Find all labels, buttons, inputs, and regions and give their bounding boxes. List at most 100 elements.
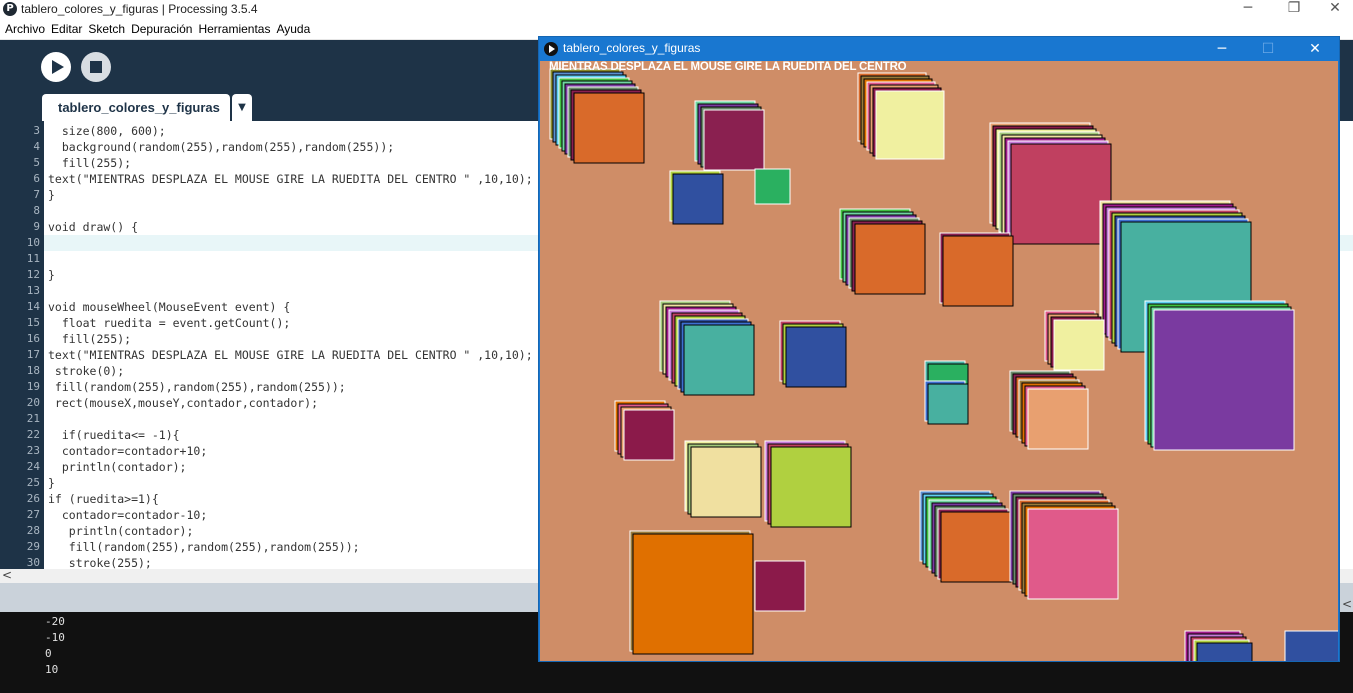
processing-logo-icon: P [3,2,17,16]
line-number: 13 [26,284,40,297]
drawn-square [854,223,926,295]
line-number: 3 [33,124,40,137]
sketch-canvas[interactable]: MIENTRAS DESPLAZA EL MOUSE GIRE LA RUEDI… [540,61,1338,661]
code-text: fill(random(255),random(255),random(255)… [48,380,346,394]
code-text: contador=contador+10; [48,444,208,458]
line-number: 6 [33,172,40,185]
menu-editar[interactable]: Editar [48,20,85,39]
line-number: 24 [26,460,40,473]
menu-sketch[interactable]: Sketch [85,20,128,39]
line-number: 29 [26,540,40,553]
line-number: 4 [33,140,40,153]
line-number: 21 [26,412,40,425]
sketch-title-bar[interactable]: tablero_colores_y_figuras ─ ☐ ✕ [539,37,1339,61]
line-number: 10 [26,236,40,249]
drawn-square [703,109,765,171]
code-text: fill(random(255),random(255),random(255)… [48,540,360,554]
line-number: 27 [26,508,40,521]
line-number: 28 [26,524,40,537]
drawn-square [875,90,945,160]
line-number: 15 [26,316,40,329]
canvas-instruction-text: MIENTRAS DESPLAZA EL MOUSE GIRE LA RUEDI… [549,61,907,73]
drawn-square [754,560,806,612]
sketch-minimize-button[interactable]: ─ [1199,37,1245,61]
stop-icon[interactable] [81,52,111,82]
drawn-square [1153,309,1295,451]
code-text: } [48,188,55,202]
maximize-button[interactable]: ❐ [1271,0,1317,20]
line-number: 26 [26,492,40,505]
code-text: } [48,476,55,490]
code-text: if (ruedita>=1){ [48,492,159,506]
drawn-square [672,173,724,225]
line-number-gutter: 3 4 5 6 7 8 9 10 11 12 13 14 15 16 17 18 19 20 21 22 23 24 25 2… [0,121,44,569]
code-text: fill(255); [48,156,132,170]
menu-depuracion[interactable]: Depuración [128,20,195,39]
line-number: 9 [33,220,40,233]
drawn-square [785,326,847,388]
code-text: text("MIENTRAS DESPLAZA EL MOUSE GIRE LA… [48,348,533,362]
console-line: -20 [45,615,65,628]
console-line: -10 [45,631,65,644]
drawn-square [927,383,969,425]
menu-ayuda[interactable]: Ayuda [273,20,313,39]
drawn-square [573,92,645,164]
console-line: 0 [45,647,52,660]
sketch-maximize-button[interactable]: ☐ [1245,37,1291,61]
line-number: 5 [33,156,40,169]
drawn-square [940,511,1012,583]
drawn-square [632,533,754,655]
code-text: stroke(255); [48,556,152,569]
drawn-square [623,409,675,461]
drawn-square [1010,143,1112,245]
line-number: 23 [26,444,40,457]
code-text: text("MIENTRAS DESPLAZA EL MOUSE GIRE LA… [48,172,533,186]
code-text: stroke(0); [48,364,125,378]
minimize-button[interactable]: ─ [1225,0,1271,20]
scroll-left-icon[interactable]: < [2,568,12,582]
sketch-title: tablero_colores_y_figuras [563,41,701,55]
code-text: fill(255); [48,332,132,346]
tab-sketch-file[interactable]: tablero_colores_y_figuras [42,94,230,121]
processing-run-icon [544,42,558,56]
line-number: 12 [26,268,40,281]
play-icon[interactable] [41,52,71,82]
drawn-square [690,446,762,518]
title-bar: P tablero_colores_y_figuras | Processing… [0,0,1353,20]
menu-archivo[interactable]: Archivo [2,20,48,39]
sketch-window[interactable]: tablero_colores_y_figuras ─ ☐ ✕ MIENTRAS… [538,36,1340,662]
code-text: float ruedita = event.getCount(); [48,316,291,330]
code-text: size(800, 600); [48,124,166,138]
close-button[interactable]: ✕ [1317,0,1353,20]
drawn-square [683,324,755,396]
tab-dropdown-icon[interactable]: ▼ [232,94,252,121]
code-text: rect(mouseX,mouseY,contador,contador); [48,396,319,410]
line-number: 25 [26,476,40,489]
line-number: 20 [26,396,40,409]
code-text: if(ruedita<= -1){ [48,428,180,442]
code-text: void mouseWheel(MouseEvent event) { [48,300,291,314]
line-number: 19 [26,380,40,393]
line-number: 14 [26,300,40,313]
code-text: void draw() { [48,220,139,234]
code-text: contador=contador-10; [48,508,208,522]
drawn-square [770,446,852,528]
code-text: println(contador); [48,460,187,474]
drawn-square [1053,319,1105,371]
line-number: 11 [26,252,40,265]
line-number: 16 [26,332,40,345]
menu-herramientas[interactable]: Herramientas [195,20,273,39]
line-number: 8 [33,204,40,217]
drawn-square [1284,630,1338,661]
window-title: tablero_colores_y_figuras | Processing 3… [21,2,258,16]
line-number: 7 [33,188,40,201]
drawn-square [1027,388,1089,450]
drawn-square [1196,642,1253,661]
drawn-square [942,235,1014,307]
code-text: } [48,268,55,282]
console-line: 10 [45,663,59,676]
line-number: 22 [26,428,40,441]
collapse-arrow-icon[interactable]: < [1342,597,1352,611]
sketch-close-button[interactable]: ✕ [1292,37,1338,61]
code-text: println(contador); [48,524,194,538]
